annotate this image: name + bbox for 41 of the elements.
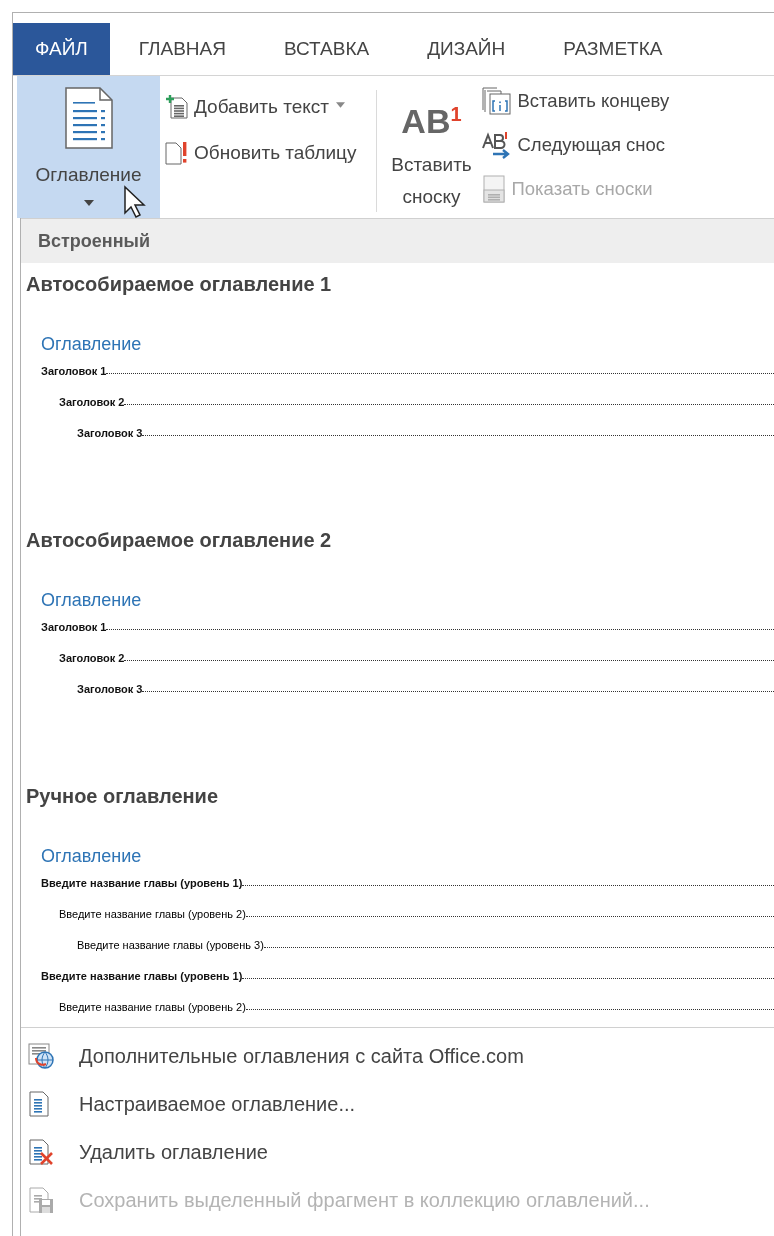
- ribbon-command[interactable]: Добавить текст: [160, 88, 361, 126]
- menu-item[interactable]: Настраиваемое оглавление...: [21, 1080, 774, 1128]
- menu-item[interactable]: Удалить оглавление: [21, 1128, 774, 1176]
- ribbon-tab[interactable]: ГЛАВНАЯ: [109, 23, 255, 75]
- ribbon-command[interactable]: Вставить концеву: [477, 80, 670, 122]
- document-icon: [63, 86, 114, 150]
- file-tab[interactable]: ФАЙЛ: [13, 23, 110, 75]
- gallery-item-title[interactable]: Автособираемое оглавление 2: [26, 529, 332, 552]
- save-document-icon: [27, 1186, 55, 1214]
- add-text-icon: [164, 94, 190, 120]
- ribbon-tab[interactable]: РАЗМЕТКА: [534, 23, 692, 75]
- toc-entry: Заголовок 3: [77, 427, 143, 439]
- delete-document-icon: [27, 1138, 55, 1166]
- gallery-item-title[interactable]: Ручное оглавление: [26, 785, 219, 808]
- toc-entry: Заголовок 1: [41, 621, 107, 633]
- toc-entry: Введите название главы (уровень 1): [41, 877, 243, 889]
- ribbon-tab[interactable]: ВСТАВКА: [255, 23, 399, 75]
- mouse-pointer-icon: [123, 185, 147, 219]
- stacked-pages-icon: [481, 86, 514, 116]
- toc-entry: Введите название главы (уровень 2): [59, 908, 246, 920]
- menu-item[interactable]: Дополнительные оглавления с сайта Office.com: [21, 1032, 774, 1080]
- toc-entry: Заголовок 1: [41, 365, 107, 377]
- toc-entry: Введите название главы (уровень 2): [59, 1001, 246, 1013]
- ribbon-command[interactable]: Следующая снос: [477, 124, 670, 166]
- toc-heading: Оглавление: [41, 590, 142, 611]
- toc-entry: Заголовок 2: [59, 396, 125, 408]
- toc-entry: Введите название главы (уровень 3): [77, 939, 264, 951]
- toc-entry: Заголовок 2: [59, 652, 125, 664]
- toc-heading: Оглавление: [41, 334, 142, 355]
- caret-icon: [83, 200, 94, 206]
- gallery-item-title[interactable]: Автособираемое оглавление 1: [26, 273, 332, 296]
- toc-entry: Введите название главы (уровень 1): [41, 970, 243, 982]
- section-header: Встроенный: [21, 218, 774, 263]
- ribbon-tab[interactable]: ДИЗАЙН: [398, 23, 535, 75]
- insert-footnote-button[interactable]: AB$^{1}$ Вставить сноску: [385, 76, 478, 218]
- table-of-contents-button[interactable]: Оглавление: [17, 76, 160, 218]
- globe-document-icon: [27, 1042, 55, 1070]
- page-icon: [481, 174, 508, 204]
- ribbon-command[interactable]: Обновить таблицу: [160, 134, 361, 172]
- toc-heading: Оглавление: [41, 846, 142, 867]
- toc-entry: Заголовок 3: [77, 683, 143, 695]
